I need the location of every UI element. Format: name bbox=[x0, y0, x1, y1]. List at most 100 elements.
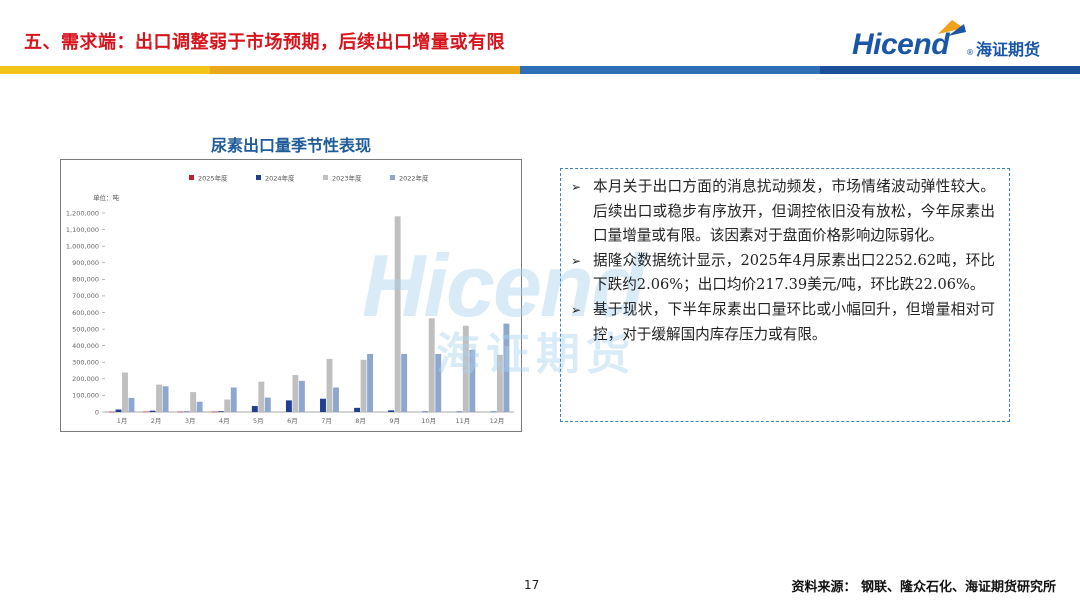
chart-frame: 单位：吨 2025年度 2024年度 2023年度 2022年度 0 100,000 200,… bbox=[60, 159, 522, 432]
analysis-textbox: ➢ 本月关于出口方面的消息扰动频发，市场情绪波动弹性较大。后续出口或稳步有序放开… bbox=[560, 168, 1010, 422]
x-tick-label: 3月 bbox=[185, 417, 196, 425]
x-tick-label: 7月 bbox=[321, 417, 332, 425]
legend-label: 2024年度 bbox=[265, 174, 295, 183]
bar bbox=[367, 353, 374, 412]
bar bbox=[496, 354, 503, 412]
bar bbox=[320, 398, 326, 412]
x-tick-label: 5月 bbox=[253, 417, 264, 425]
y-tick-label: 100,000 bbox=[72, 392, 99, 400]
bar bbox=[360, 359, 367, 412]
bar bbox=[285, 400, 292, 412]
unit-label: 单位：吨 bbox=[93, 193, 120, 202]
x-tick-label: 11月 bbox=[455, 417, 470, 425]
bar bbox=[156, 384, 163, 412]
bar-chart: 单位：吨 2025年度 2024年度 2023年度 2022年度 0 100,000 200,… bbox=[66, 174, 514, 425]
band-segment bbox=[320, 66, 520, 74]
y-tick-label: 1,100,000 bbox=[66, 226, 99, 234]
bullet-item: ➢ 本月关于出口方面的消息扰动频发，市场情绪波动弹性较大。后续出口或稳步有序放开… bbox=[571, 175, 995, 249]
bar bbox=[490, 411, 497, 413]
bar bbox=[196, 401, 203, 412]
bar bbox=[128, 397, 135, 412]
band-segment bbox=[820, 66, 1080, 74]
arrow-bullet-icon: ➢ bbox=[571, 253, 582, 268]
y-tick-label: 500,000 bbox=[72, 325, 99, 333]
bar bbox=[251, 406, 258, 412]
logo-wordmark: Hicend bbox=[852, 28, 950, 61]
bar bbox=[435, 353, 442, 412]
bar bbox=[298, 380, 305, 412]
y-tick-label: 600,000 bbox=[72, 309, 99, 317]
bar bbox=[462, 325, 469, 412]
legend-label: 2023年度 bbox=[332, 174, 362, 183]
legend-swatch bbox=[189, 175, 194, 180]
y-tick-label: 200,000 bbox=[72, 375, 99, 383]
legend-label: 2025年度 bbox=[198, 174, 228, 183]
x-tick-label: 6月 bbox=[287, 417, 298, 425]
bar bbox=[224, 399, 231, 412]
arrow-bullet-icon: ➢ bbox=[571, 302, 582, 317]
y-tick-label: 1,200,000 bbox=[66, 209, 99, 217]
y-tick-label: 700,000 bbox=[72, 292, 99, 300]
bar bbox=[428, 318, 435, 412]
bar bbox=[422, 411, 429, 413]
bullet-text: 本月关于出口方面的消息扰动频发，市场情绪波动弹性较大。后续出口或稳步有序放开，但… bbox=[593, 178, 995, 245]
x-tick-label: 9月 bbox=[389, 417, 400, 425]
bar bbox=[394, 216, 401, 412]
y-tick-label: 800,000 bbox=[72, 276, 99, 284]
bar bbox=[149, 410, 156, 412]
y-tick-label: 1,000,000 bbox=[66, 242, 99, 250]
bar bbox=[109, 411, 115, 413]
x-tick-label: 10月 bbox=[421, 417, 436, 425]
bar bbox=[292, 375, 299, 412]
hicend-logo: Hicend ® 海证期货 bbox=[852, 20, 1062, 66]
legend-swatch bbox=[256, 175, 261, 180]
logo-registered-mark: ® bbox=[966, 48, 974, 57]
bar bbox=[177, 411, 184, 413]
bar bbox=[469, 349, 476, 412]
y-tick-label: 0 bbox=[95, 408, 99, 416]
y-tick-label: 400,000 bbox=[72, 342, 99, 350]
bullet-text: 基于现状，下半年尿素出口量环比或小幅回升，但增量相对可控，对于缓解国内库存压力或… bbox=[593, 300, 995, 343]
bar bbox=[143, 411, 150, 413]
x-tick-label: 2月 bbox=[151, 417, 162, 425]
x-tick-label: 1月 bbox=[117, 417, 128, 425]
bar bbox=[456, 411, 463, 413]
band-segment bbox=[0, 66, 210, 74]
bullet-item: ➢ 基于现状，下半年尿素出口量环比或小幅回升，但增量相对可控，对于缓解国内库存压… bbox=[571, 298, 995, 347]
x-tick-label: 8月 bbox=[355, 417, 366, 425]
bar bbox=[122, 372, 128, 412]
chart-title: 尿素出口量季节性表现 bbox=[210, 136, 371, 155]
bar bbox=[190, 392, 197, 412]
y-tick-label: 300,000 bbox=[72, 359, 99, 367]
bar bbox=[162, 386, 169, 412]
legend-swatch bbox=[323, 175, 328, 180]
slide-title: 五、需求端：出口调整弱于市场预期，后续出口增量或有限 bbox=[24, 32, 505, 53]
bar bbox=[354, 407, 361, 412]
header-color-band bbox=[0, 66, 1080, 74]
legend-label: 2022年度 bbox=[399, 174, 429, 183]
bar bbox=[264, 397, 271, 412]
bar bbox=[258, 381, 265, 412]
bar bbox=[333, 387, 339, 412]
bar bbox=[230, 387, 237, 412]
logo-chinese-name: 海证期货 bbox=[976, 40, 1041, 59]
bar bbox=[211, 411, 218, 413]
arrow-bullet-icon: ➢ bbox=[571, 180, 582, 194]
bar bbox=[326, 358, 333, 412]
bullet-text: 据隆众数据统计显示，2025年4月尿素出口2252.62吨，环比下跌约2.06%… bbox=[593, 251, 995, 294]
legend-swatch bbox=[390, 175, 395, 180]
page-number: 17 bbox=[524, 578, 540, 592]
band-segment bbox=[210, 66, 320, 74]
bar bbox=[401, 353, 408, 412]
y-tick-label: 900,000 bbox=[72, 259, 99, 267]
bar bbox=[388, 410, 395, 412]
x-tick-label: 4月 bbox=[219, 417, 230, 425]
bar bbox=[503, 323, 510, 412]
source-note: 资料来源： 钢联、隆众石化、海证期货研究所 bbox=[791, 580, 1056, 595]
bar bbox=[115, 409, 122, 412]
bullet-item: ➢ 据隆众数据统计显示，2025年4月尿素出口2252.62吨，环比下跌约2.0… bbox=[571, 249, 995, 298]
band-segment bbox=[520, 66, 820, 74]
bar bbox=[183, 411, 190, 413]
x-tick-label: 12月 bbox=[490, 417, 505, 425]
bar bbox=[217, 411, 224, 412]
